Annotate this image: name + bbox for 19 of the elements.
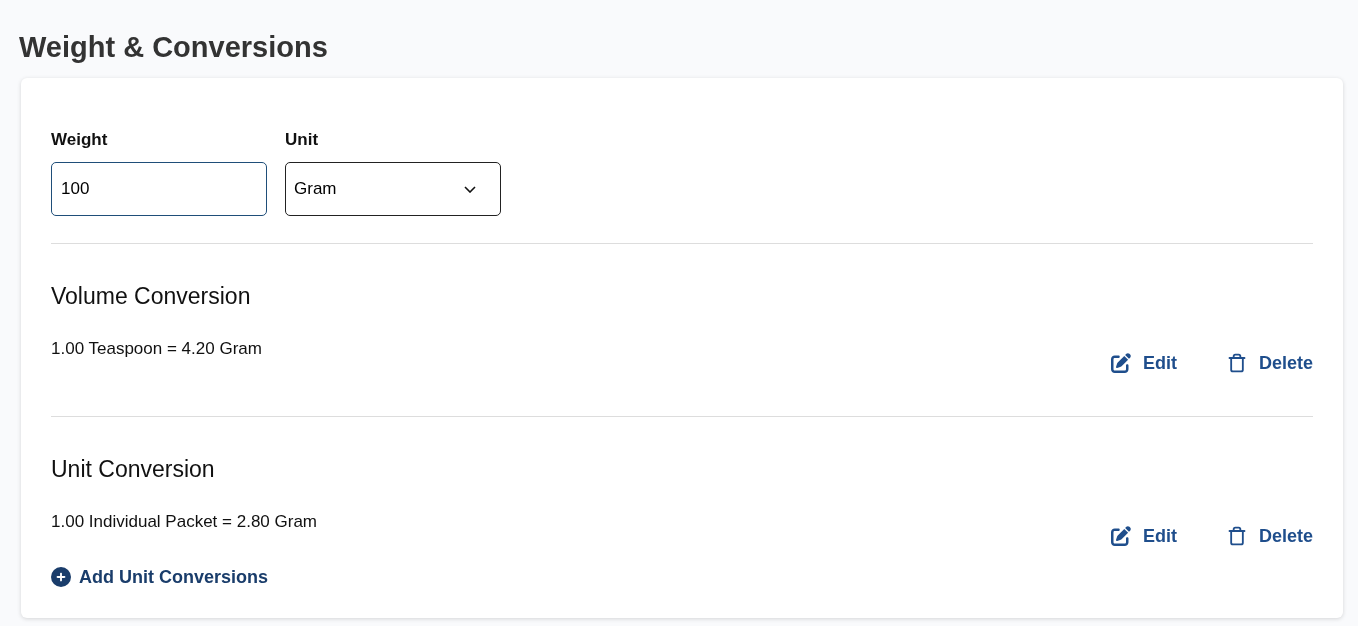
trash-icon	[1226, 525, 1247, 547]
conversion-text: 1.00 Teaspoon = 4.20 Gram	[51, 338, 262, 360]
trash-icon	[1226, 352, 1247, 374]
conversion-text: 1.00 Individual Packet = 2.80 Gram	[51, 511, 317, 533]
edit-button[interactable]: Edit	[1110, 351, 1177, 375]
weight-label: Weight	[51, 129, 108, 151]
page-title: Weight & Conversions	[19, 30, 328, 65]
section-title: Unit Conversion	[51, 455, 215, 484]
delete-button[interactable]: Delete	[1226, 524, 1313, 548]
unit-label: Unit	[285, 129, 319, 151]
edit-icon	[1110, 526, 1131, 546]
unit-select[interactable]: Gram	[285, 162, 501, 216]
chevron-down-icon	[464, 185, 476, 193]
section-title: Volume Conversion	[51, 282, 251, 311]
delete-button[interactable]: Delete	[1226, 351, 1313, 375]
edit-icon	[1110, 353, 1131, 373]
edit-button[interactable]: Edit	[1110, 524, 1177, 548]
weight-input[interactable]: 100	[51, 162, 267, 216]
add-unit-conversions-link[interactable]: Add Unit Conversions	[51, 565, 268, 589]
